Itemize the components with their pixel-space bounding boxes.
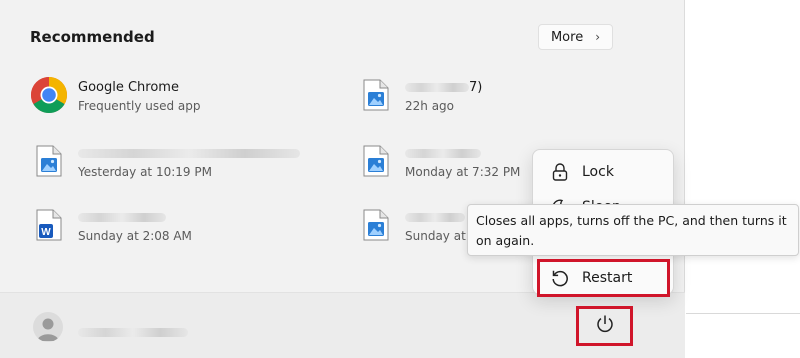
item-subtitle: 22h ago	[405, 99, 455, 113]
restart-tooltip: Closes all apps, turns off the PC, and t…	[467, 204, 799, 256]
item-name	[78, 209, 192, 227]
recommended-item-file[interactable]: 7) 22h ago	[356, 75, 482, 115]
recommended-item-chrome[interactable]: Google Chrome Frequently used app	[29, 75, 201, 115]
restart-icon	[550, 268, 570, 288]
recommended-item-file[interactable]: W Sunday at 2:08 AM	[29, 205, 192, 245]
more-button[interactable]: More ›	[538, 24, 613, 50]
lock-icon	[550, 162, 570, 182]
power-button[interactable]	[576, 306, 633, 346]
lock-label: Lock	[582, 164, 614, 180]
recommended-title: Recommended	[30, 28, 155, 46]
item-name	[78, 145, 300, 163]
recommended-item-file[interactable]: Monday at 7:32 PM	[356, 141, 520, 181]
user-name[interactable]	[78, 322, 188, 341]
image-file-icon	[356, 205, 396, 245]
item-subtitle: Yesterday at 10:19 PM	[78, 165, 212, 179]
item-subtitle: Sunday at 2:08 AM	[78, 229, 192, 243]
restart-menu-item[interactable]: Restart	[537, 259, 670, 297]
item-subtitle: Monday at 7:32 PM	[405, 165, 521, 179]
image-file-icon	[356, 141, 396, 181]
chevron-right-icon: ›	[595, 30, 601, 44]
svg-text:W: W	[41, 227, 51, 238]
recommended-item-file[interactable]: Yesterday at 10:19 PM	[29, 141, 300, 181]
power-icon	[595, 314, 615, 338]
recommended-item-file[interactable]: Sunday at 5	[356, 205, 477, 245]
image-file-icon	[356, 75, 396, 115]
item-name	[405, 145, 520, 163]
image-file-icon	[29, 141, 69, 181]
lock-menu-item[interactable]: Lock	[533, 155, 673, 189]
item-name: Google Chrome	[78, 80, 179, 95]
item-subtitle: Frequently used app	[78, 99, 201, 113]
word-file-icon: W	[29, 205, 69, 245]
restart-label: Restart	[582, 270, 633, 286]
more-button-label: More	[550, 29, 584, 45]
chrome-icon	[29, 75, 69, 115]
divider	[686, 313, 800, 314]
user-avatar[interactable]	[33, 312, 63, 342]
desktop-background	[686, 0, 800, 358]
item-name: 7)	[405, 79, 482, 97]
